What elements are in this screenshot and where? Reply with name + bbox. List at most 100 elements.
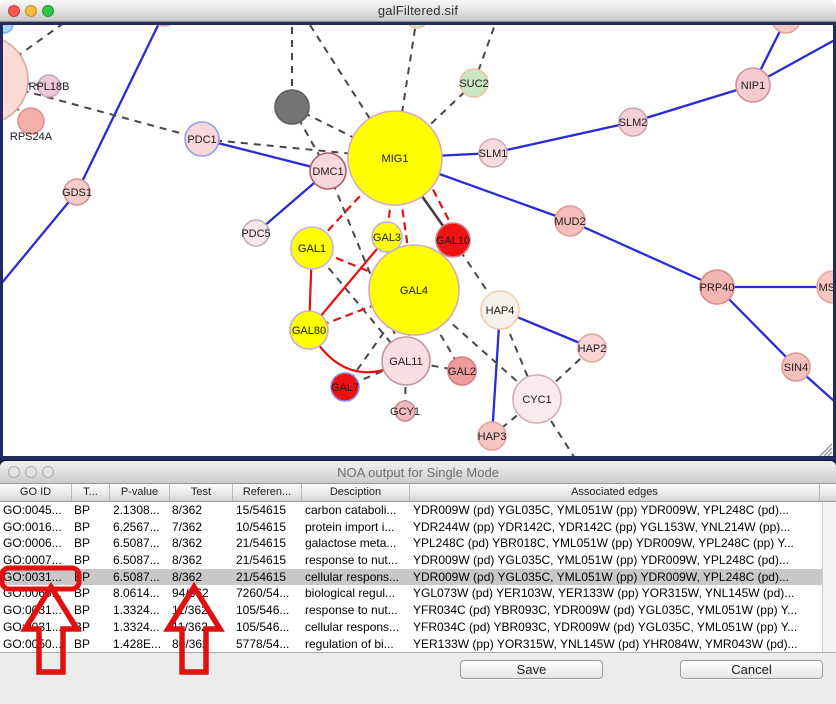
cell-type[interactable]: BP [74,519,109,536]
cell-associated-edges[interactable]: YDR009W (pd) YGL035C, YML051W (pp) YDR00… [413,502,821,519]
edge [633,85,753,122]
column-header-p-value[interactable]: P-value [110,484,170,501]
table-row[interactable]: GO:0065...BP8.0614...94/3627260/54...bio… [0,585,836,602]
cell-p-value[interactable]: 6.5087... [113,552,168,569]
cell-type[interactable]: BP [74,502,109,519]
node-label: SIN4 [784,362,808,374]
cell-type[interactable]: BP [74,585,109,602]
table-row[interactable]: GO:0050...BP1.428E...80/3625778/54...reg… [0,636,836,653]
cell-associated-edges[interactable]: YDR009W (pd) YGL035C, YML051W (pp) YDR00… [413,569,821,586]
cell-p-value[interactable]: 6.5087... [113,535,168,552]
node-label: GAL4 [400,285,428,297]
cell-reference[interactable]: 10/54615 [236,519,301,536]
cell-description[interactable]: regulation of bi... [305,636,409,653]
cell-p-value[interactable]: 6.5087... [113,569,168,586]
table-row[interactable]: GO:0031...BP1.3324...11/362105/546...res… [0,602,836,619]
cell-test[interactable]: 8/362 [172,552,232,569]
cell-reference[interactable]: 105/546... [236,602,301,619]
cell-go-id[interactable]: GO:0031... [3,619,70,636]
cell-reference[interactable]: 5778/54... [236,636,301,653]
cell-reference[interactable]: 105/546... [236,619,301,636]
resize-grip-icon[interactable] [828,452,832,456]
cell-p-value[interactable]: 6.2567... [113,519,168,536]
cell-test[interactable]: 7/362 [172,519,232,536]
cell-type[interactable]: BP [74,569,109,586]
cell-description[interactable]: cellular respons... [305,619,409,636]
resize-grip-icon[interactable] [824,448,832,456]
cell-associated-edges[interactable]: YDR244W (pp) YDR142C, YDR142C (pp) YGL15… [413,519,821,536]
cell-test[interactable]: 8/362 [172,502,232,519]
cell-go-id[interactable]: GO:0045... [3,502,70,519]
cell-reference[interactable]: 15/54615 [236,502,301,519]
column-header-type[interactable]: T... [72,484,110,501]
column-header-test[interactable]: Test [170,484,233,501]
table-row[interactable]: GO:0016...BP6.2567...7/36210/54615protei… [0,519,836,536]
cell-reference[interactable]: 21/54615 [236,535,301,552]
vertical-scrollbar[interactable] [823,502,836,652]
cell-associated-edges[interactable]: YER133W (pp) YOR315W, YNL145W (pd) YHR08… [413,636,821,653]
cell-test[interactable]: 11/362 [172,619,232,636]
node-label: PDC1 [187,134,216,146]
cell-p-value[interactable]: 2.1308... [113,502,168,519]
table-row[interactable]: GO:0006...BP6.5087...8/36221/54615galact… [0,535,836,552]
table-row[interactable]: GO:0007...BP6.5087...8/36221/54615respon… [0,552,836,569]
cell-description[interactable]: response to nut... [305,552,409,569]
cell-test[interactable]: 94/362 [172,585,232,602]
cell-test[interactable]: 8/362 [172,535,232,552]
table-row[interactable]: GO:0031...BP1.3324...11/362105/546...cel… [0,619,836,636]
node-label: HAP4 [486,305,515,317]
cell-go-id[interactable]: GO:0031... [3,569,70,586]
cell-go-id[interactable]: GO:0016... [3,519,70,536]
node-label: MIG1 [382,153,409,165]
cell-associated-edges[interactable]: YDR009W (pd) YGL035C, YML051W (pp) YDR00… [413,552,821,569]
edge [0,192,77,290]
cell-reference[interactable]: 21/54615 [236,569,301,586]
node-label: PRP40 [700,282,735,294]
cell-type[interactable]: BP [74,619,109,636]
cell-go-id[interactable]: GO:0050... [3,636,70,653]
cell-description[interactable]: cellular respons... [305,569,409,586]
graph-window-titlebar[interactable]: galFiltered.sif [0,0,836,22]
cell-associated-edges[interactable]: YPL248C (pd) YBR018C, YML051W (pp) YDR00… [413,535,821,552]
node-label: GAL10 [436,235,470,247]
cell-go-id[interactable]: GO:0007... [3,552,70,569]
cell-associated-edges[interactable]: YFR034C (pd) YBR093C, YDR009W (pd) YGL03… [413,602,821,619]
cell-description[interactable]: galactose meta... [305,535,409,552]
node-label: GAL11 [389,356,422,368]
column-header-go-id[interactable]: GO ID [0,484,72,501]
table-row[interactable]: GO:0045...BP2.1308...8/36215/54615carbon… [0,502,836,519]
cell-type[interactable]: BP [74,636,109,653]
table-row[interactable]: GO:0031...BP6.5087...8/36221/54615cellul… [0,569,823,586]
cell-p-value[interactable]: 1.428E... [113,636,168,653]
cell-test[interactable]: 8/362 [172,569,232,586]
cell-test[interactable]: 11/362 [172,602,232,619]
cell-associated-edges[interactable]: YGL073W (pd) YER103W, YER133W (pp) YOR31… [413,585,821,602]
cell-p-value[interactable]: 8.0614... [113,585,168,602]
cell-p-value[interactable]: 1.3324... [113,602,168,619]
results-table: GO:0045...BP2.1308...8/36215/54615carbon… [0,502,836,653]
cell-go-id[interactable]: GO:0065... [3,585,70,602]
node-gray-node[interactable] [275,90,309,124]
cell-type[interactable]: BP [74,552,109,569]
cell-description[interactable]: carbon cataboli... [305,502,409,519]
column-header-description[interactable]: Desciption [302,484,410,501]
noa-window-titlebar[interactable]: NOA output for Single Mode [0,461,836,484]
cell-description[interactable]: response to nut... [305,602,409,619]
cell-reference[interactable]: 7260/54... [236,585,301,602]
column-header-reference[interactable]: Referen... [233,484,302,501]
cell-description[interactable]: biological regul... [305,585,409,602]
column-header-associated-edges[interactable]: Associated edges [410,484,820,501]
cell-description[interactable]: protein import i... [305,519,409,536]
cell-go-id[interactable]: GO:0031... [3,602,70,619]
cell-p-value[interactable]: 1.3324... [113,619,168,636]
cancel-button[interactable]: Cancel [680,660,823,679]
cell-go-id[interactable]: GO:0006... [3,535,70,552]
cell-associated-edges[interactable]: YFR034C (pd) YBR093C, YDR009W (pd) YGL03… [413,619,821,636]
save-button[interactable]: Save [460,660,603,679]
cell-reference[interactable]: 21/54615 [236,552,301,569]
cell-test[interactable]: 80/362 [172,636,232,653]
network-canvas[interactable]: RPL18BRPS24AGDS1PDC1DMC1MIG1SUC2SLM1SLM2… [0,0,836,460]
cell-type[interactable]: BP [74,602,109,619]
cell-type[interactable]: BP [74,535,109,552]
node-label: MUD2 [554,216,585,228]
